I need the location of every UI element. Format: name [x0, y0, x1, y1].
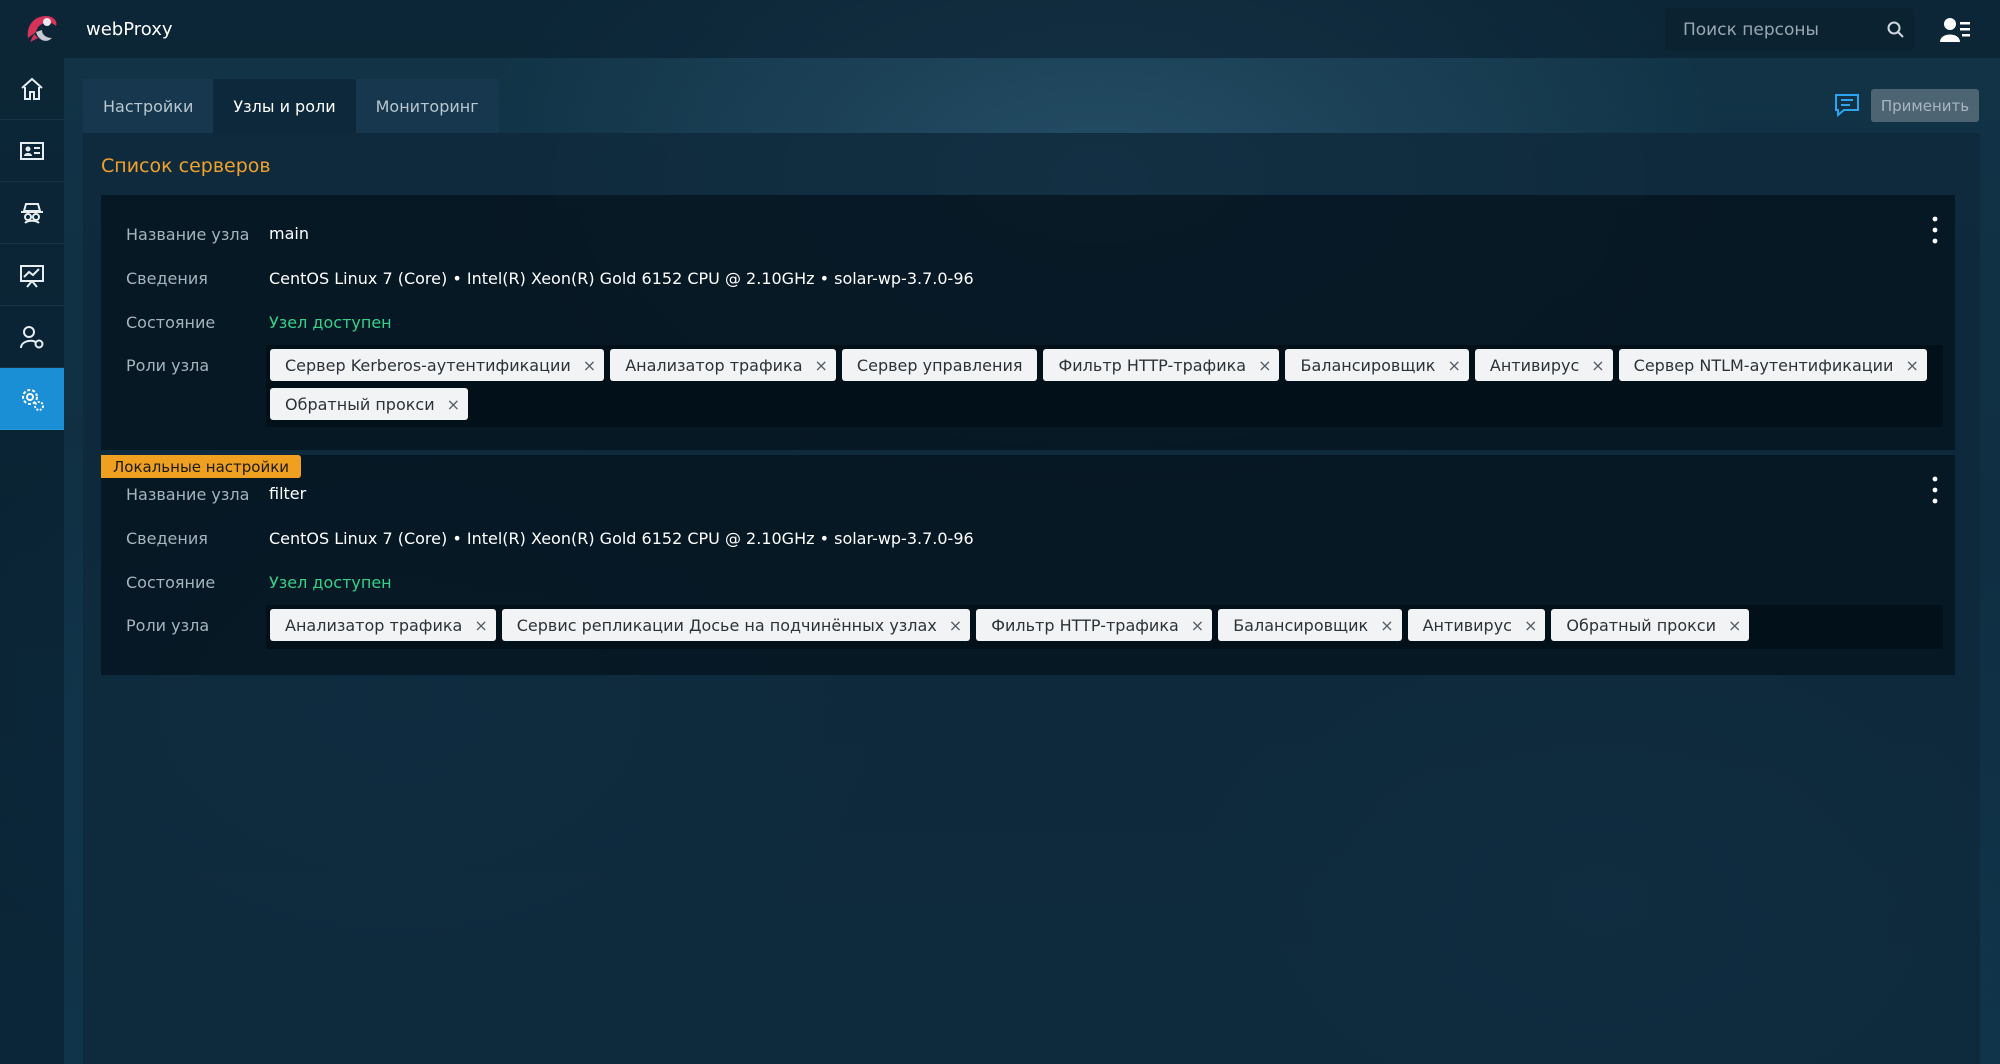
role-chip: Балансировщик ×: [1285, 349, 1469, 381]
role-chip-label: Балансировщик: [1300, 355, 1436, 375]
sidebar-item-users[interactable]: [0, 306, 64, 368]
remove-role-icon[interactable]: ×: [447, 395, 460, 414]
role-chip-label: Обратный прокси: [1566, 615, 1716, 635]
roles-label: Роли узла: [126, 616, 210, 635]
remove-role-icon[interactable]: ×: [1380, 616, 1393, 635]
role-chip-label: Сервер Kerberos-аутентификации: [285, 355, 571, 375]
apply-button[interactable]: Применить: [1871, 89, 1979, 122]
info-label: Сведения: [126, 269, 208, 288]
remove-role-icon[interactable]: ×: [1258, 356, 1271, 375]
role-chip: Фильтр HTTP-трафика ×: [1043, 349, 1280, 381]
role-chip-label: Антивирус: [1489, 355, 1580, 375]
person-search: [1665, 8, 1914, 51]
server-list-title: Список серверов: [101, 155, 271, 177]
roles-label: Роли узла: [126, 356, 210, 375]
remove-role-icon[interactable]: ×: [815, 356, 828, 375]
node-name-value: main: [269, 224, 309, 243]
more-vertical-icon[interactable]: [1925, 213, 1945, 247]
role-chip-label: Фильтр HTTP-трафика: [1058, 355, 1247, 375]
remove-role-icon[interactable]: ×: [949, 616, 962, 635]
role-chip: Обратный прокси ×: [270, 388, 468, 420]
sidebar-item-dossier[interactable]: [0, 120, 64, 182]
role-chip-label: Обратный прокси: [285, 394, 435, 414]
role-chip-label: Сервер NTLM-аутентификации: [1633, 355, 1894, 375]
role-chip: Анализатор трафика ×: [610, 349, 836, 381]
role-chip-label: Анализатор трафика: [285, 615, 463, 635]
local-settings-badge: Локальные настройки: [101, 455, 302, 478]
tab-monitoring[interactable]: Мониторинг: [355, 79, 499, 133]
role-chip: Антивирус ×: [1474, 349, 1613, 381]
tab-bar: Настройки Узлы и роли Мониторинг: [83, 79, 499, 133]
more-vertical-icon[interactable]: [1925, 473, 1945, 507]
roles-field[interactable]: Сервер Kerberos-аутентификации × Анализат…: [266, 345, 1943, 427]
role-chip-label: Фильтр HTTP-трафика: [991, 615, 1179, 635]
remove-role-icon[interactable]: ×: [583, 356, 596, 375]
remove-role-icon[interactable]: ×: [1524, 616, 1537, 635]
state-label: Состояние: [126, 573, 216, 592]
remove-role-icon[interactable]: ×: [1447, 356, 1460, 375]
sidebar-item-home[interactable]: [0, 58, 64, 120]
role-chip: Сервис репликации Досье на подчинённых у…: [501, 609, 971, 641]
role-chip-label: Антивирус: [1422, 615, 1512, 635]
app-logo[interactable]: [20, 8, 62, 50]
remove-role-icon[interactable]: ×: [1728, 616, 1741, 635]
role-chip: Фильтр HTTP-трафика ×: [976, 609, 1213, 641]
state-value: Узел доступен: [269, 313, 392, 332]
remove-role-icon[interactable]: ×: [1905, 356, 1918, 375]
sidebar: [0, 58, 64, 1064]
server-card: Название узла main Сведения CentOS Linux…: [101, 195, 1955, 450]
info-value: CentOS Linux 7 (Core) • Intel(R) Xeon(R)…: [269, 529, 974, 548]
spy-icon: [21, 202, 43, 224]
node-name-value: filter: [269, 484, 307, 503]
sidebar-item-policy[interactable]: [0, 182, 64, 244]
node-name-label: Название узла: [126, 225, 250, 244]
remove-role-icon[interactable]: ×: [1191, 616, 1204, 635]
tab-settings[interactable]: Настройки: [83, 79, 214, 133]
role-chip: Сервер управления: [841, 349, 1038, 381]
info-label: Сведения: [126, 529, 208, 548]
home-icon: [21, 77, 43, 100]
role-chip: Обратный прокси ×: [1551, 609, 1750, 641]
sidebar-item-reports[interactable]: [0, 244, 64, 306]
sidebar-item-system-settings[interactable]: [0, 368, 64, 430]
search-input[interactable]: [1665, 19, 1875, 40]
comment-icon[interactable]: [1834, 93, 1860, 117]
presentation-icon: [20, 264, 44, 288]
role-chip: Анализатор трафика ×: [270, 609, 496, 641]
remove-role-icon[interactable]: ×: [474, 616, 487, 635]
main-panel: Список серверов Название узла main Сведе…: [83, 133, 1980, 1064]
settings-gear-icon: [22, 388, 44, 411]
role-chip: Балансировщик ×: [1218, 609, 1402, 641]
role-chip: Сервер NTLM-аутентификации ×: [1618, 349, 1927, 381]
server-card: Локальные настройки Название узла filter…: [101, 455, 1955, 675]
remove-role-icon[interactable]: ×: [1591, 356, 1604, 375]
id-card-icon: [20, 141, 44, 160]
app-name: webProxy: [86, 18, 173, 40]
info-value: CentOS Linux 7 (Core) • Intel(R) Xeon(R)…: [269, 269, 974, 288]
state-value: Узел доступен: [269, 573, 392, 592]
node-name-label: Название узла: [126, 485, 250, 504]
role-chip-label: Сервер управления: [856, 355, 1023, 375]
role-chip-label: Сервис репликации Досье на подчинённых у…: [516, 615, 937, 635]
role-chip: Сервер Kerberos-аутентификации ×: [270, 349, 605, 381]
role-chip: Антивирус ×: [1407, 609, 1546, 641]
role-chip-label: Балансировщик: [1233, 615, 1369, 635]
search-icon[interactable]: [1886, 20, 1906, 40]
user-settings-icon: [20, 325, 44, 348]
user-menu-icon[interactable]: [1940, 16, 1970, 42]
state-label: Состояние: [126, 313, 216, 332]
role-chip-label: Анализатор трафика: [625, 355, 803, 375]
tab-nodes-and-roles[interactable]: Узлы и роли: [213, 79, 356, 133]
roles-field[interactable]: Анализатор трафика × Сервис репликации До…: [266, 605, 1943, 649]
